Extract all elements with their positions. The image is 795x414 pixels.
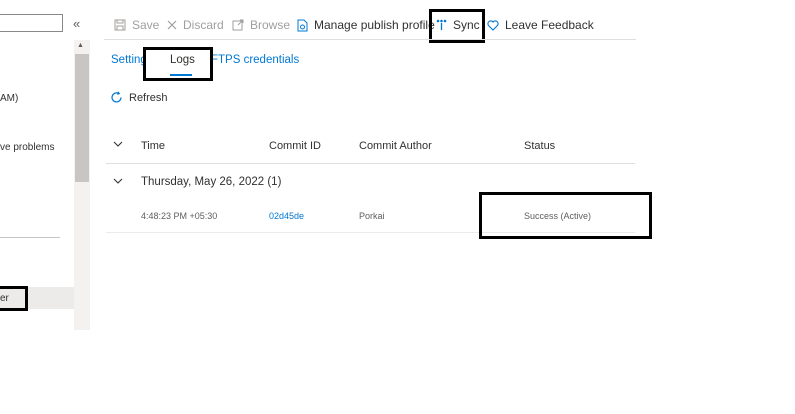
manage-publish-profile-label: Manage publish profile <box>314 18 435 32</box>
sidebar-divider <box>0 237 60 238</box>
save-icon <box>114 19 126 31</box>
column-header-commit-author[interactable]: Commit Author <box>359 140 432 152</box>
cell-time: 4:48:23 PM +05:30 <box>141 211 218 221</box>
sidebar-search-input[interactable] <box>0 14 63 32</box>
collapse-all-chevron-icon[interactable] <box>113 140 123 151</box>
sidebar-item[interactable]: ve problems <box>0 142 54 153</box>
refresh-label: Refresh <box>129 91 168 104</box>
sidebar-item[interactable]: AM) <box>0 93 18 104</box>
cell-commit-id-link[interactable]: 02d45de <box>269 211 304 221</box>
external-link-icon <box>232 19 244 31</box>
tab-ftps-credentials[interactable]: FTPS credentials <box>211 54 299 66</box>
group-chevron-down-icon[interactable] <box>113 177 123 188</box>
refresh-button[interactable]: Refresh <box>110 91 168 104</box>
scrollbar-thumb[interactable] <box>75 54 89 182</box>
header-divider <box>106 163 635 164</box>
refresh-icon <box>110 91 123 104</box>
column-header-time[interactable]: Time <box>141 140 165 152</box>
highlight-box-status <box>479 192 652 239</box>
highlight-box-sidebar <box>0 286 28 311</box>
manage-publish-profile-button[interactable]: Manage publish profile <box>297 16 435 34</box>
cell-commit-author: Porkai <box>359 211 385 221</box>
group-header-date: Thursday, May 26, 2022 (1) <box>141 176 282 188</box>
browse-label: Browse <box>250 18 291 32</box>
column-header-commit-id[interactable]: Commit ID <box>269 140 321 152</box>
browse-button[interactable]: Browse <box>232 16 290 34</box>
save-label: Save <box>132 18 160 32</box>
collapse-sidebar-icon[interactable]: « <box>73 16 80 31</box>
highlight-box-sync <box>429 9 485 43</box>
column-header-status[interactable]: Status <box>524 140 555 152</box>
toolbar-divider <box>104 39 636 40</box>
publish-profile-icon <box>297 19 308 32</box>
leave-feedback-button[interactable]: Leave Feedback <box>487 16 594 34</box>
heart-icon <box>487 19 499 31</box>
close-icon <box>167 20 177 30</box>
highlight-box-logs <box>143 47 213 81</box>
scroll-up-icon[interactable]: ▲ <box>77 42 84 49</box>
discard-label: Discard <box>183 18 224 32</box>
leave-feedback-label: Leave Feedback <box>505 18 594 32</box>
discard-button[interactable]: Discard <box>167 16 224 34</box>
save-button[interactable]: Save <box>114 16 159 34</box>
